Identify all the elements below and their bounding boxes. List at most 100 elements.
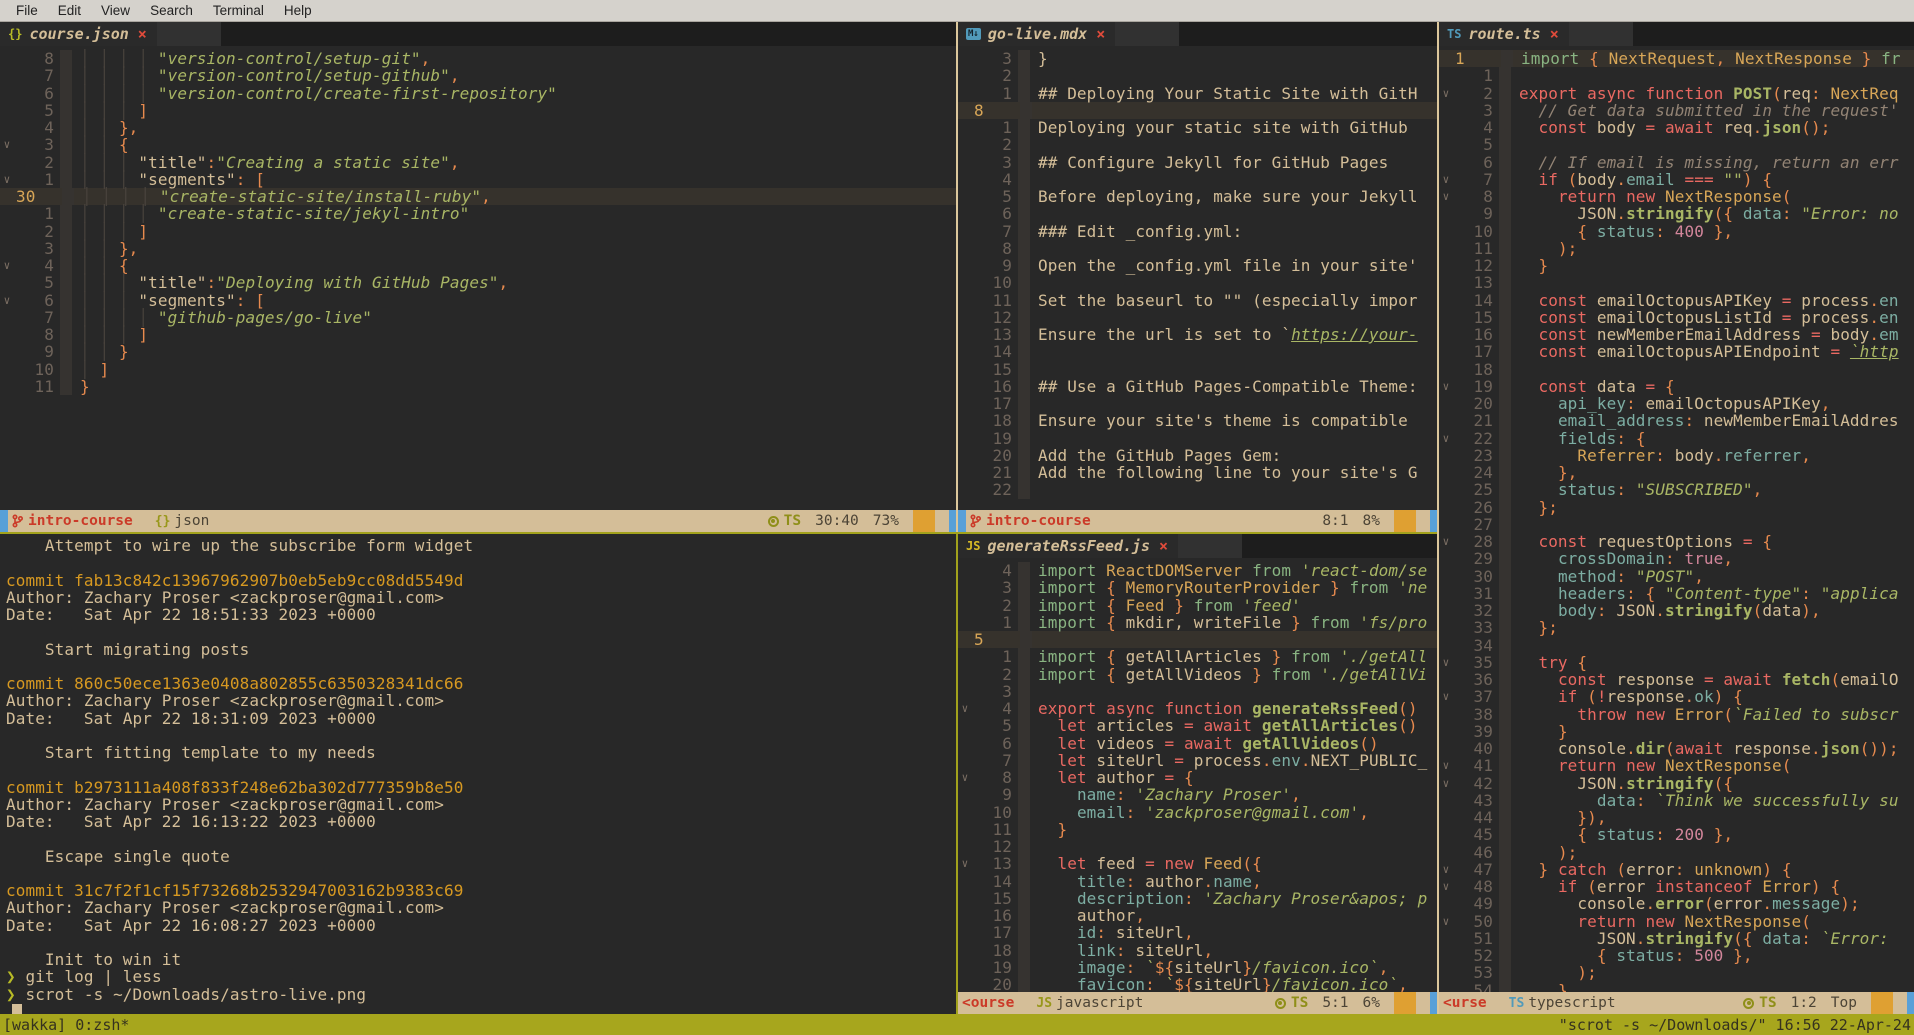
sign-column <box>1499 740 1511 757</box>
code-text: ## Configure Jekyll for GitHub Pages <box>1030 154 1388 171</box>
code-line: 53 ); <box>1439 964 1914 981</box>
sign-column <box>1018 804 1030 821</box>
fold-chevron-icon[interactable]: ∨ <box>1439 654 1453 671</box>
code-text <box>1511 274 1519 291</box>
code-line: 40 console.dir(await response.json()); <box>1439 740 1914 757</box>
tab-course-json[interactable]: {}course.json× <box>0 22 157 46</box>
menu-item-edit[interactable]: Edit <box>48 3 91 18</box>
line-number: 32 <box>1453 602 1499 619</box>
git-branch-indicator: <ourse <box>962 995 1014 1011</box>
line-number: 3 <box>972 683 1018 700</box>
tmux-session-window[interactable]: [wakka] 0:zsh* <box>3 1016 129 1034</box>
cursor-position: 8:1 <box>1322 513 1348 529</box>
terminal-line <box>0 554 956 571</box>
terminal-text <box>0 761 6 778</box>
editor-content[interactable]: 8│ │ │ │ "version-control/setup-git",7│ … <box>0 46 956 510</box>
tab-close-icon[interactable]: × <box>138 25 147 43</box>
fold-column <box>1439 619 1453 636</box>
tmux-status-bar: [wakka] 0:zsh* "scrot -s ~/Downloads/" 1… <box>0 1014 1914 1035</box>
line-number: 5 <box>972 631 1020 648</box>
terminal-window: FileEditViewSearchTerminalHelp {}course.… <box>0 0 1914 1035</box>
fold-chevron-icon[interactable]: ∨ <box>1439 878 1453 895</box>
code-text <box>1030 205 1038 222</box>
code-text: │ │ }, <box>72 119 138 136</box>
code-text: let siteUrl = process.env.NEXT_PUBLIC_ <box>1030 752 1427 769</box>
fold-chevron-icon[interactable]: ∨ <box>0 136 14 153</box>
editor-pane-generate-rss-feed[interactable]: JSgenerateRssFeed.js× 4import ReactDOMSe… <box>958 534 1437 1014</box>
fold-chevron-icon[interactable]: ∨ <box>1439 757 1453 774</box>
terminal-line: commit fab13c842c13967962907b0eb5eb9cc08… <box>0 572 956 589</box>
line-number: 6 <box>972 735 1018 752</box>
editor-content[interactable]: 3}21## Deploying Your Static Site with G… <box>958 46 1437 510</box>
fold-chevron-icon[interactable]: ∨ <box>1439 533 1453 550</box>
code-line: 1│ │ │ │ "create-static-site/jekyl-intro… <box>0 205 956 222</box>
code-line: 12 <box>958 309 1437 326</box>
fold-column <box>958 821 972 838</box>
code-text: author, <box>1030 907 1145 924</box>
sign-column <box>1018 326 1030 343</box>
menu-item-search[interactable]: Search <box>140 3 203 18</box>
fold-chevron-icon[interactable]: ∨ <box>0 257 14 274</box>
fold-column <box>1439 205 1453 222</box>
fold-chevron-icon[interactable]: ∨ <box>1439 913 1453 930</box>
fold-chevron-icon[interactable]: ∨ <box>1439 861 1453 878</box>
fold-chevron-icon[interactable]: ∨ <box>1439 85 1453 102</box>
line-number: 13 <box>972 326 1018 343</box>
editor-content[interactable]: 4import ReactDOMServer from 'react-dom/s… <box>958 558 1437 992</box>
tab-close-icon[interactable]: × <box>1096 25 1105 43</box>
fold-column <box>958 959 972 976</box>
fold-chevron-icon[interactable]: ∨ <box>1439 378 1453 395</box>
tab-close-icon[interactable]: × <box>1550 25 1559 43</box>
fold-chevron-icon[interactable]: ∨ <box>1439 171 1453 188</box>
code-text: return new NextResponse( <box>1511 188 1792 205</box>
fold-chevron-icon[interactable]: ∨ <box>1439 188 1453 205</box>
fold-chevron-icon[interactable]: ∨ <box>958 769 972 786</box>
editor-pane-go-live-mdx[interactable]: M↓go-live.mdx× 3}21## Deploying Your Sta… <box>958 22 1437 532</box>
tab-close-icon[interactable]: × <box>1159 537 1168 555</box>
scroll-percent: 73% <box>873 513 899 529</box>
fold-chevron-icon[interactable]: ∨ <box>0 171 14 188</box>
tabline-filler <box>157 22 221 46</box>
fold-chevron-icon[interactable]: ∨ <box>958 855 972 872</box>
line-number: 8 <box>972 769 1018 786</box>
editor-pane-course-json[interactable]: {}course.json× 8│ │ │ │ "version-control… <box>0 22 956 532</box>
fold-chevron-icon[interactable]: ∨ <box>0 292 14 309</box>
code-line: ∨4export async function generateRssFeed(… <box>958 700 1437 717</box>
fold-column <box>958 326 972 343</box>
fold-chevron-icon[interactable]: ∨ <box>1439 688 1453 705</box>
tab-generate-rss-feed[interactable]: JSgenerateRssFeed.js× <box>958 534 1178 558</box>
tab-go-live-mdx[interactable]: M↓go-live.mdx× <box>958 22 1115 46</box>
fold-column <box>958 67 972 84</box>
menu-item-view[interactable]: View <box>91 3 140 18</box>
line-number: 5 <box>972 188 1018 205</box>
fold-chevron-icon[interactable]: ∨ <box>1439 430 1453 447</box>
code-line: 15 description: 'Zachary Proser&apos; p <box>958 890 1437 907</box>
editor-content[interactable]: 1import { NextRequest, NextResponse } fr… <box>1439 46 1914 992</box>
sign-column <box>1018 666 1030 683</box>
sign-column <box>1018 309 1030 326</box>
code-line: 33 }; <box>1439 619 1914 636</box>
menu-item-terminal[interactable]: Terminal <box>203 3 274 18</box>
line-number: 3 <box>14 136 60 153</box>
menu-item-file[interactable]: File <box>6 3 48 18</box>
fold-column <box>958 343 972 360</box>
tab-route-ts[interactable]: TSroute.ts× <box>1439 22 1569 46</box>
fold-chevron-icon[interactable]: ∨ <box>1439 775 1453 792</box>
editor-pane-route-ts[interactable]: TSroute.ts× 1import { NextRequest, NextR… <box>1439 22 1914 1014</box>
fold-column <box>958 378 972 395</box>
code-text: import { MemoryRouterProvider } from 'ne <box>1030 579 1427 596</box>
code-text: // If email is missing, return an err <box>1511 154 1899 171</box>
code-text: import ReactDOMServer from 'react-dom/se <box>1030 562 1427 579</box>
line-number: 2 <box>14 223 60 240</box>
code-text: { status: 200 }, <box>1511 826 1733 843</box>
code-text: Add the following line to your site's G <box>1030 464 1418 481</box>
menu-item-help[interactable]: Help <box>274 3 322 18</box>
shell-pane-git-log[interactable]: Attempt to wire up the subscribe form wi… <box>0 534 956 1014</box>
sign-column <box>1018 67 1030 84</box>
line-number: 5 <box>14 274 60 291</box>
fold-chevron-icon[interactable]: ∨ <box>958 700 972 717</box>
fold-column <box>958 752 972 769</box>
terminal-text: Author: Zachary Proser <zackproser@gmail… <box>0 796 444 813</box>
code-line: ∨8 return new NextResponse( <box>1439 188 1914 205</box>
sign-column <box>60 378 72 395</box>
